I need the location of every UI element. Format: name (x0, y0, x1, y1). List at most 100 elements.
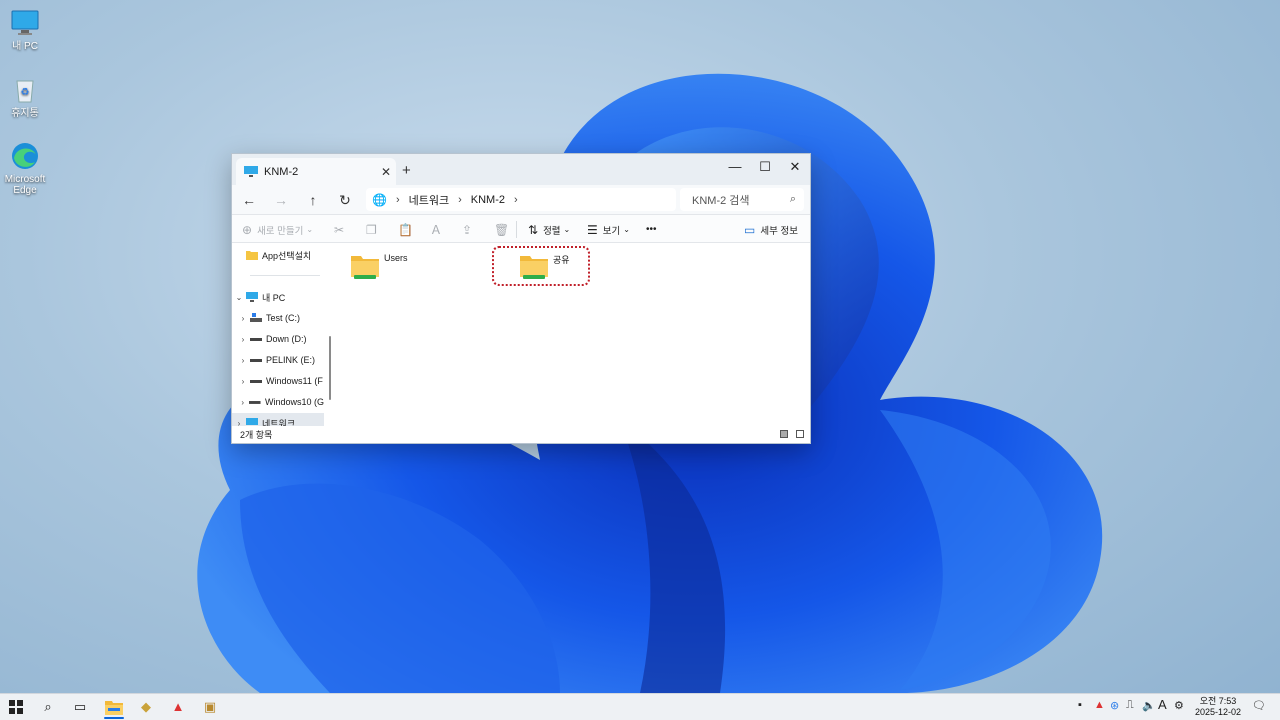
chevron-right-icon[interactable]: › (236, 314, 250, 323)
desktop-icon-label: 내 PC (12, 41, 38, 52)
navigation-bar: ← → ↑ ↻ 🌐 › 네트워크 › KNM-2 › KNM-2 검색 ⌕ (232, 185, 810, 214)
sidebar-item-my-pc[interactable]: ⌄ 내 PC (232, 287, 324, 307)
chevron-right-icon: › (514, 193, 518, 206)
drive-icon (250, 359, 262, 362)
sort-button[interactable]: ⇅ 정렬 ⌄ (528, 215, 570, 244)
search-icon: ⌕ (789, 193, 796, 205)
sidebar-item-drive-g[interactable]: › Windows10 (G (232, 392, 324, 412)
up-button[interactable]: ↑ (300, 189, 326, 211)
back-button[interactable]: ← (236, 189, 262, 211)
taskbar-app-2[interactable]: ◆ (134, 696, 158, 718)
chevron-right-icon[interactable]: › (236, 377, 250, 386)
chevron-down-icon[interactable]: ⌄ (232, 293, 246, 302)
new-button[interactable]: ⊕ 새로 만들기 ⌄ (242, 215, 313, 244)
sidebar-item-label: 내 PC (262, 292, 286, 303)
desktop-icon-recycle-bin[interactable]: ♻ 휴지통 (0, 75, 50, 119)
scissors-icon: ✂ (334, 222, 345, 237)
settings-gear-icon[interactable]: ⚙ (1174, 699, 1184, 712)
windows-logo-icon (9, 700, 23, 714)
tray-app-icon[interactable]: ▲ (1094, 699, 1105, 711)
address-bar[interactable]: 🌐 › 네트워크 › KNM-2 › (366, 188, 676, 211)
sort-label: 정렬 (543, 225, 561, 237)
tiles-view-icon[interactable] (796, 430, 804, 438)
sidebar-item-drive-f[interactable]: › Windows11 (F (232, 371, 324, 391)
notification-icon[interactable]: 🗨 (1252, 699, 1266, 712)
drive-icon (249, 401, 261, 404)
folder-label: Users (384, 253, 408, 263)
breadcrumb-knm-2[interactable]: KNM-2 (471, 194, 505, 206)
desktop-icon-edge[interactable]: Microsoft Edge (0, 141, 50, 196)
sidebar-item-label: Test (C:) (266, 313, 301, 323)
chevron-down-icon: ⌄ (563, 225, 571, 234)
taskbar-app-3[interactable]: ▲ (166, 696, 190, 718)
gpu-tray-icon[interactable]: ▪ (1078, 699, 1082, 711)
desktop-icon-my-pc[interactable]: 내 PC (0, 8, 50, 52)
paste-button[interactable]: 📋 (398, 215, 418, 244)
monitor-icon (10, 8, 40, 38)
breadcrumb-network[interactable]: 네트워크 (409, 192, 449, 208)
minimize-button[interactable]: — (720, 156, 750, 178)
details-view-icon[interactable] (780, 430, 788, 438)
share-button[interactable]: ⇪ (462, 215, 477, 244)
rename-icon: Ａ (430, 223, 443, 237)
more-options-button[interactable]: ••• (646, 215, 657, 244)
app-icon: ▲ (171, 699, 185, 714)
view-button[interactable]: ☰ 보기 ⌄ (587, 215, 630, 244)
shared-folder-icon (350, 253, 380, 281)
taskbar-file-explorer[interactable] (102, 696, 126, 719)
divider (516, 221, 517, 238)
close-button[interactable]: ✕ (780, 156, 810, 178)
details-label: 세부 정보 (760, 225, 798, 237)
trash-icon: 🗑 (494, 222, 510, 237)
monitor-icon (246, 292, 258, 302)
search-icon: ⌕ (44, 699, 52, 714)
chevron-right-icon[interactable]: › (236, 398, 249, 407)
chevron-down-icon: ⌄ (623, 225, 630, 234)
file-list: Users 공유 (334, 243, 810, 429)
volume-icon[interactable]: 🔈 (1142, 699, 1156, 712)
copy-button[interactable]: ❐ (366, 215, 382, 244)
details-pane-button[interactable]: ▭ 세부 정보 (744, 215, 798, 244)
maximize-button[interactable]: ☐ (750, 156, 780, 178)
chevron-right-icon[interactable]: › (236, 335, 250, 344)
chevron-down-icon: ⌄ (306, 225, 314, 234)
folder-icon (246, 251, 258, 260)
folder-item-users[interactable]: Users (350, 253, 408, 281)
tab-knm-2[interactable]: KNM-2 ✕ (236, 158, 396, 185)
sidebar-item-label: Down (D:) (266, 334, 307, 344)
refresh-button[interactable]: ↻ (332, 189, 358, 211)
drive-icon (250, 338, 262, 341)
chevron-right-icon[interactable]: › (236, 356, 250, 365)
start-button[interactable] (4, 696, 28, 718)
search-input[interactable]: KNM-2 검색 ⌕ (680, 188, 804, 211)
sidebar-item-drive-d[interactable]: › Down (D:) (232, 329, 324, 349)
rename-button[interactable]: Ａ (430, 215, 447, 244)
sidebar-item-app-install[interactable]: App선택설치 (232, 245, 324, 265)
new-tab-button[interactable]: + (402, 162, 411, 179)
details-pane-icon: ▭ (744, 222, 756, 237)
taskbar-app-4[interactable]: ▣ (198, 696, 222, 718)
delete-button[interactable]: 🗑 (494, 215, 514, 244)
clock-time: 오전 7:53 (1199, 696, 1237, 706)
chevron-right-icon: › (458, 193, 462, 206)
app-icon: ◆ (141, 699, 151, 714)
item-count: 2개 항목 (240, 430, 273, 440)
view-label: 보기 (602, 225, 621, 237)
sidebar-item-drive-e[interactable]: › PELINK (E:) (232, 350, 324, 370)
cut-button[interactable]: ✂ (334, 215, 349, 244)
clock-date: 2025-12-02 (1194, 707, 1242, 717)
search-button[interactable]: ⌕ (36, 696, 60, 718)
close-tab-icon[interactable]: ✕ (376, 165, 396, 179)
network-tray-icon[interactable]: ⊛ (1110, 699, 1119, 712)
task-view-button[interactable]: ▭ (68, 696, 92, 718)
desktop-icon-label: 휴지통 (11, 108, 39, 119)
sidebar-scrollbar[interactable] (329, 336, 331, 400)
new-button-label: 새로 만들기 (257, 225, 304, 237)
ime-indicator[interactable]: A (1158, 697, 1167, 712)
ethernet-icon[interactable]: ⎍ (1126, 699, 1134, 712)
forward-button[interactable]: → (268, 189, 294, 211)
taskbar-clock[interactable]: 오전 7:53 2025-12-02 (1192, 696, 1244, 718)
tab-title: KNM-2 (264, 165, 299, 178)
status-bar: 2개 항목 (232, 426, 810, 443)
sidebar-item-drive-c[interactable]: › Test (C:) (232, 308, 324, 328)
